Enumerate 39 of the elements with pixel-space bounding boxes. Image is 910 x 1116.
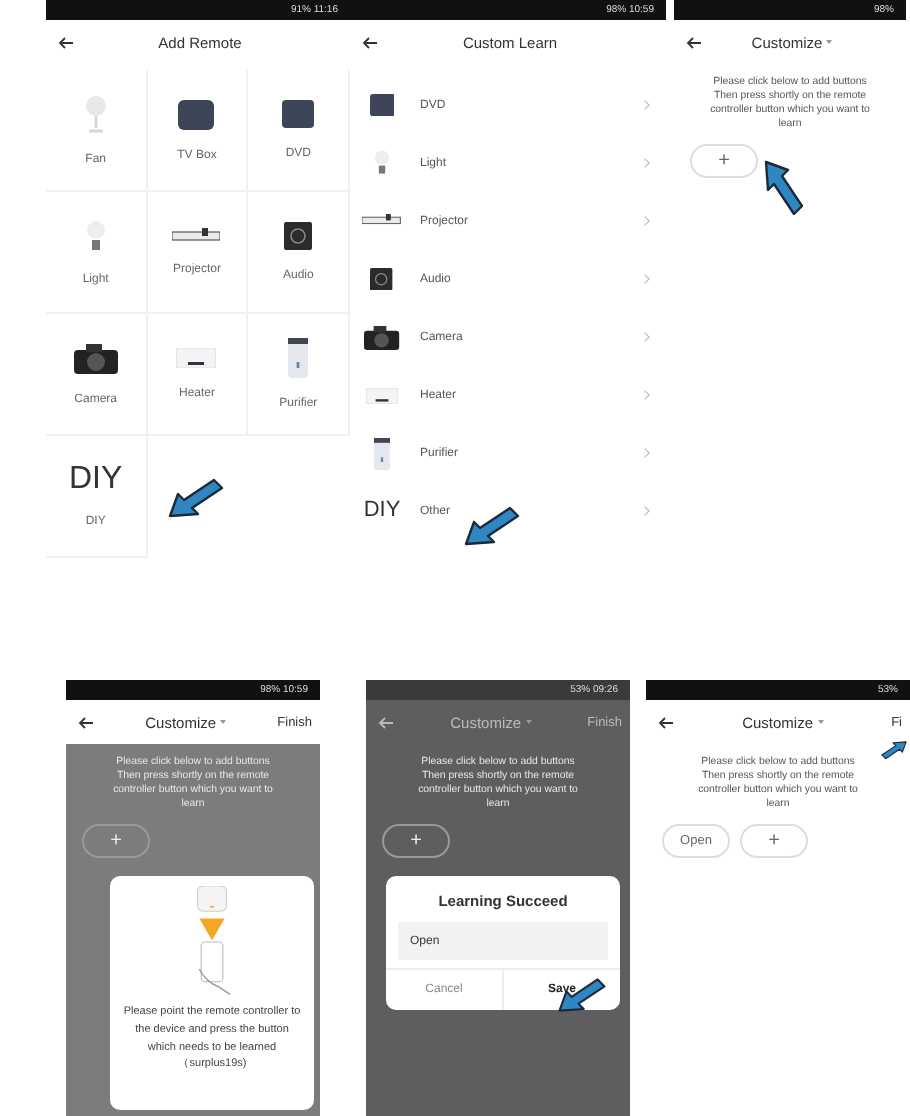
dropdown-caret-icon bbox=[220, 720, 227, 724]
light-bulb-icon bbox=[374, 148, 390, 178]
add-button[interactable]: + bbox=[382, 824, 450, 859]
dropdown-caret-icon bbox=[817, 720, 823, 724]
dropdown-caret-icon bbox=[826, 40, 833, 44]
add-button[interactable]: + bbox=[82, 824, 150, 859]
chevron-right-icon bbox=[644, 390, 650, 400]
chevron-right-icon bbox=[644, 216, 650, 226]
dropdown-caret-icon bbox=[525, 720, 532, 724]
chevron-right-icon bbox=[644, 448, 650, 458]
air-purifier-icon bbox=[374, 437, 390, 469]
tv-box-icon bbox=[178, 99, 215, 129]
back-arrow-icon[interactable] bbox=[78, 715, 94, 729]
chevron-right-icon bbox=[644, 274, 650, 284]
camera-icon bbox=[364, 325, 400, 349]
camera-icon bbox=[73, 343, 118, 373]
projector-icon bbox=[362, 214, 402, 228]
dvd-player-icon bbox=[369, 93, 395, 117]
diy-icon: DIY bbox=[68, 464, 123, 496]
back-arrow-icon[interactable] bbox=[686, 35, 702, 49]
projector-icon bbox=[172, 228, 221, 244]
fan-icon bbox=[81, 94, 110, 134]
air-purifier-icon bbox=[288, 338, 309, 378]
chevron-right-icon bbox=[644, 332, 650, 342]
chevron-right-icon bbox=[644, 100, 650, 110]
dvd-player-icon bbox=[282, 100, 315, 128]
chevron-right-icon bbox=[644, 158, 650, 168]
heater-icon bbox=[366, 387, 398, 403]
add-button[interactable]: + bbox=[740, 824, 808, 859]
back-arrow-icon[interactable] bbox=[658, 715, 674, 729]
back-arrow-icon[interactable] bbox=[58, 35, 74, 49]
speaker-icon bbox=[284, 222, 313, 250]
chevron-right-icon bbox=[644, 506, 650, 516]
light-bulb-icon bbox=[85, 218, 106, 254]
back-arrow-icon[interactable] bbox=[362, 35, 378, 49]
diy-icon: DIY bbox=[363, 500, 401, 522]
heater-icon bbox=[176, 348, 217, 368]
add-button[interactable]: + bbox=[690, 144, 758, 179]
speaker-icon bbox=[370, 267, 394, 291]
